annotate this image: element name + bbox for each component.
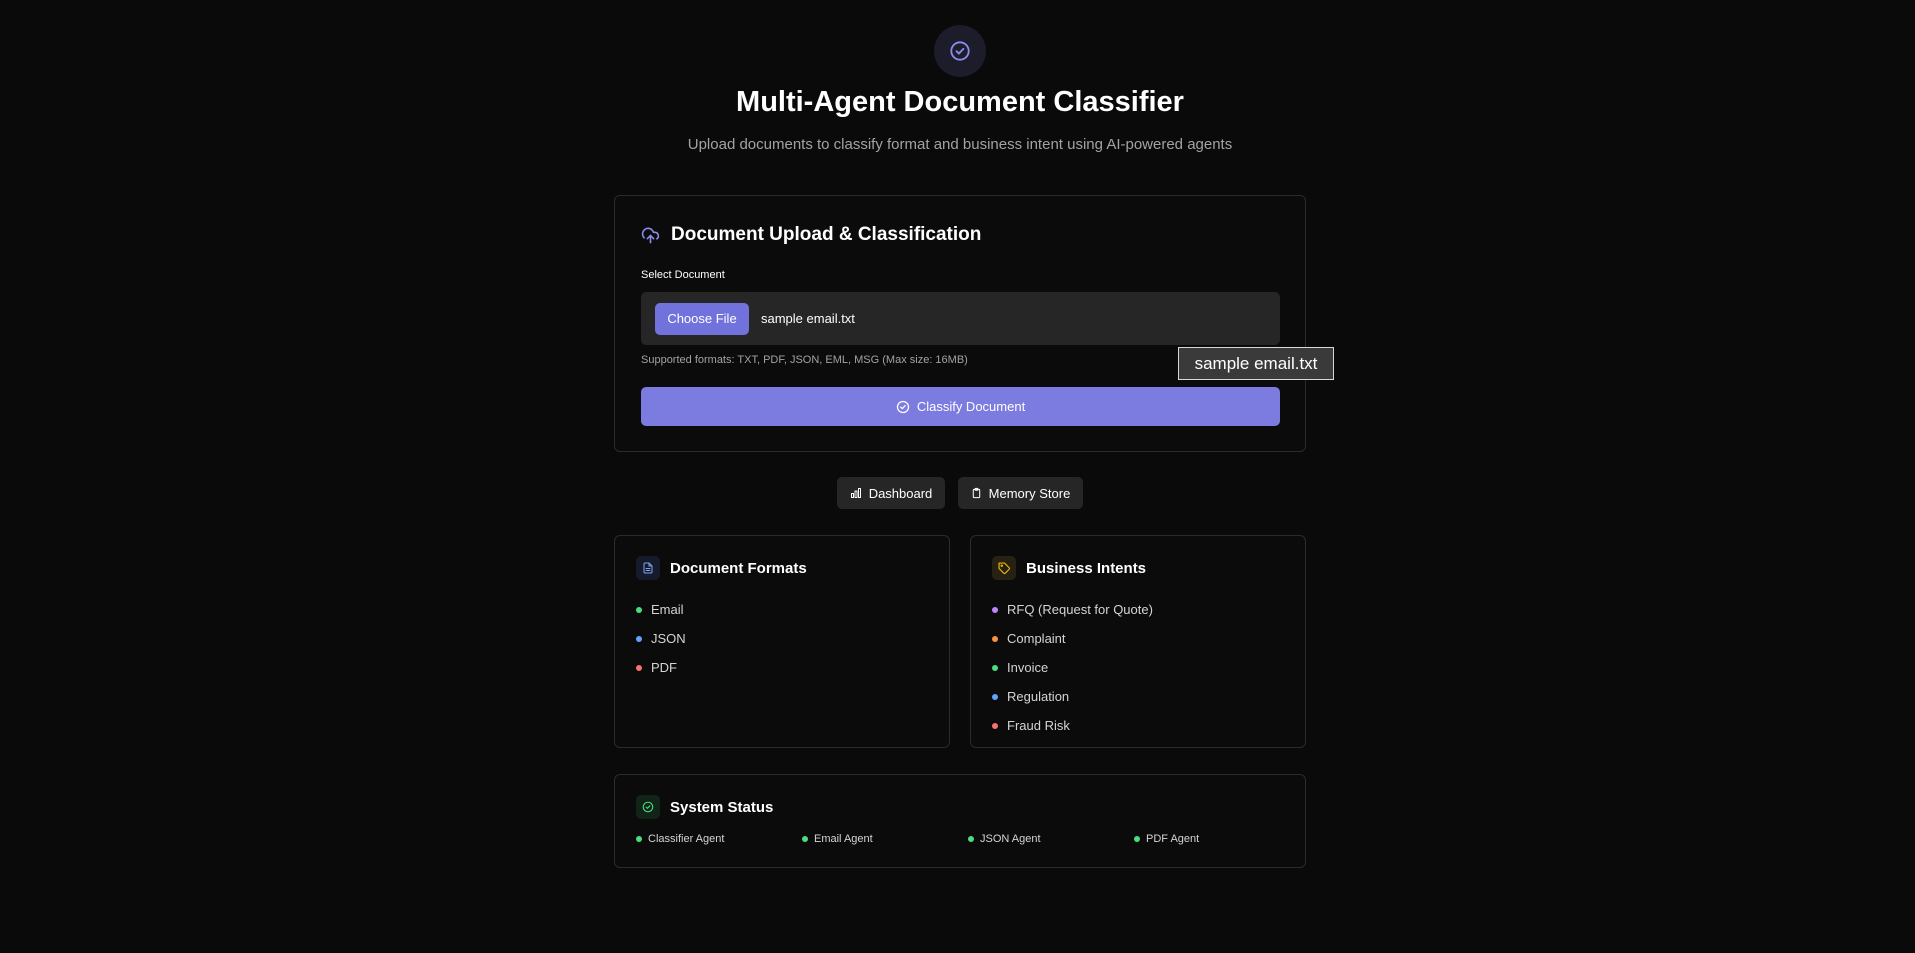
agent-status-item: PDF Agent bbox=[1134, 833, 1300, 845]
status-dot bbox=[636, 664, 642, 671]
agent-status-item: Email Agent bbox=[802, 833, 968, 845]
agent-status-row: Classifier Agent Email Agent JSON Agent … bbox=[636, 833, 1300, 845]
tag-icon bbox=[992, 556, 1016, 580]
status-dot bbox=[636, 836, 642, 842]
upload-cloud-icon bbox=[641, 226, 660, 245]
dashboard-button[interactable]: Dashboard bbox=[837, 477, 945, 509]
file-input[interactable]: Choose File sample email.txt bbox=[641, 292, 1280, 345]
agent-label: PDF Agent bbox=[1146, 833, 1200, 845]
classify-document-label: Classify Document bbox=[916, 399, 1026, 414]
classify-document-button[interactable]: Classify Document bbox=[641, 387, 1280, 426]
agent-label: JSON Agent bbox=[980, 833, 1041, 845]
status-dot bbox=[968, 836, 974, 842]
upload-card-title: Document Upload & Classification bbox=[641, 224, 981, 246]
status-dot bbox=[636, 635, 642, 642]
list-item: JSON bbox=[636, 624, 686, 653]
app-logo bbox=[934, 25, 986, 77]
status-dot bbox=[992, 635, 998, 642]
status-dot bbox=[1134, 836, 1140, 842]
list-item-label: Email bbox=[651, 602, 684, 617]
upload-card: Document Upload & Classification Select … bbox=[614, 195, 1306, 452]
business-intents-card: Business Intents RFQ (Request for Quote)… bbox=[970, 535, 1306, 748]
document-formats-list: Email JSON PDF bbox=[636, 595, 686, 682]
dashboard-label: Dashboard bbox=[868, 485, 933, 501]
list-item: Regulation bbox=[992, 682, 1153, 711]
check-circle-icon bbox=[896, 400, 910, 414]
memory-store-label: Memory Store bbox=[988, 485, 1071, 501]
system-status-title: System Status bbox=[636, 795, 773, 819]
select-document-label: Select Document bbox=[641, 269, 725, 281]
app-page: Multi-Agent Document Classifier Upload d… bbox=[0, 0, 1915, 953]
page-title: Multi-Agent Document Classifier bbox=[736, 86, 1184, 118]
list-item: Fraud Risk bbox=[992, 711, 1153, 740]
agent-status-item: JSON Agent bbox=[968, 833, 1134, 845]
choose-file-button[interactable]: Choose File bbox=[655, 302, 749, 335]
business-intents-title-text: Business Intents bbox=[1026, 559, 1147, 577]
document-formats-title-text: Document Formats bbox=[670, 559, 807, 577]
list-item-label: JSON bbox=[651, 631, 686, 646]
bar-chart-icon bbox=[850, 487, 862, 499]
agent-label: Classifier Agent bbox=[648, 833, 725, 845]
list-item-label: PDF bbox=[651, 660, 677, 675]
status-dot bbox=[992, 606, 998, 613]
list-item-label: RFQ (Request for Quote) bbox=[1007, 602, 1153, 617]
list-item-label: Complaint bbox=[1007, 631, 1066, 646]
list-item: Invoice bbox=[992, 653, 1153, 682]
page-subtitle: Upload documents to classify format and … bbox=[687, 136, 1233, 153]
document-formats-card: Document Formats Email JSON PDF bbox=[614, 535, 950, 748]
document-formats-title: Document Formats bbox=[636, 556, 807, 580]
selected-file-name: sample email.txt bbox=[761, 311, 855, 326]
list-item-label: Regulation bbox=[1007, 689, 1070, 704]
business-intents-title: Business Intents bbox=[992, 556, 1146, 580]
agent-status-item: Classifier Agent bbox=[636, 833, 802, 845]
upload-card-title-text: Document Upload & Classification bbox=[671, 224, 982, 245]
clipboard-icon bbox=[971, 487, 982, 499]
file-name-tooltip: sample email.txt bbox=[1178, 347, 1334, 380]
list-item-label: Fraud Risk bbox=[1007, 718, 1070, 733]
business-intents-list: RFQ (Request for Quote) Complaint Invoic… bbox=[992, 595, 1153, 740]
list-item: PDF bbox=[636, 653, 686, 682]
check-circle-icon bbox=[636, 795, 660, 819]
list-item-label: Invoice bbox=[1007, 660, 1049, 675]
status-dot bbox=[992, 693, 998, 700]
check-circle-icon bbox=[949, 40, 971, 62]
agent-label: Email Agent bbox=[814, 833, 873, 845]
list-item: Email bbox=[636, 595, 686, 624]
status-dot bbox=[802, 836, 808, 842]
list-item: Complaint bbox=[992, 624, 1153, 653]
status-dot bbox=[992, 664, 998, 671]
system-status-card: System Status Classifier Agent Email Age… bbox=[614, 774, 1306, 868]
supported-formats-note: Supported formats: TXT, PDF, JSON, EML, … bbox=[641, 354, 968, 366]
file-text-icon bbox=[636, 556, 660, 580]
status-dot bbox=[992, 722, 998, 729]
system-status-title-text: System Status bbox=[670, 798, 774, 816]
list-item: RFQ (Request for Quote) bbox=[992, 595, 1153, 624]
memory-store-button[interactable]: Memory Store bbox=[958, 477, 1083, 509]
status-dot bbox=[636, 606, 642, 613]
